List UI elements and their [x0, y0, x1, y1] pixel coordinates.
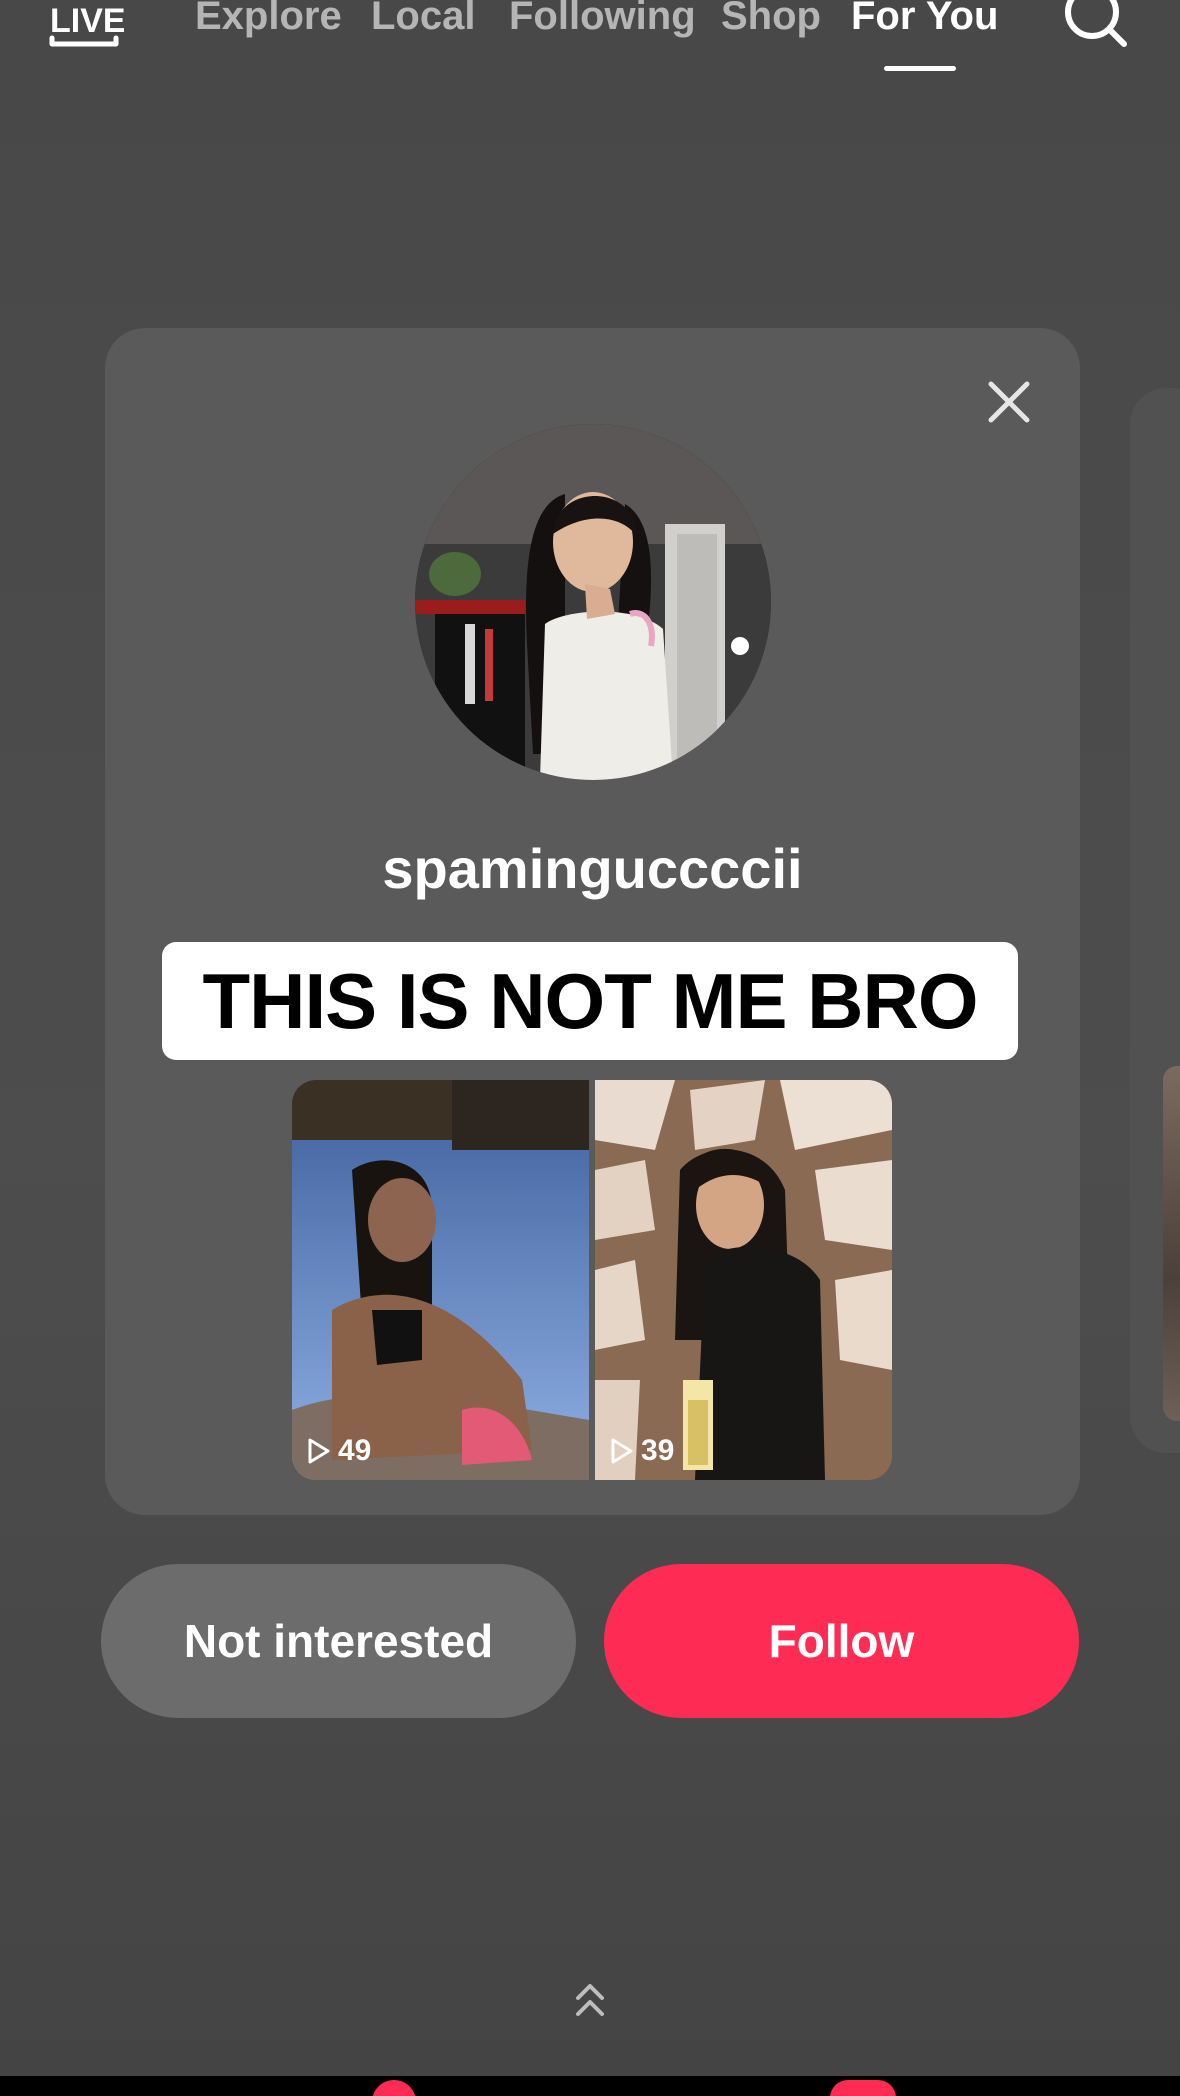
next-card-thumbnail [1163, 1066, 1180, 1421]
tab-for-you[interactable]: For You [851, 0, 998, 40]
tab-following[interactable]: Following [509, 0, 696, 40]
video-thumbnail[interactable]: 39 [595, 1080, 892, 1480]
close-icon[interactable] [981, 374, 1037, 430]
double-chevron-up-icon [572, 1978, 608, 2022]
video-thumbnail[interactable]: 49 [292, 1080, 589, 1480]
active-tab-indicator [884, 66, 956, 71]
caption-overlay: THIS IS NOT ME BRO [162, 942, 1018, 1060]
play-icon [611, 1438, 633, 1464]
search-icon[interactable] [1060, 0, 1130, 52]
live-label: LIVE [50, 2, 124, 40]
suggested-account-screen: LIVE Explore Local Following Shop For Yo… [0, 0, 1180, 2096]
follow-button[interactable]: Follow [604, 1564, 1079, 1718]
play-count: 39 [609, 1434, 674, 1468]
caption-text: THIS IS NOT ME BRO [202, 957, 978, 1045]
view-count: 39 [641, 1434, 675, 1467]
live-icon[interactable]: LIVE [48, 0, 126, 52]
not-interested-button[interactable]: Not interested [101, 1564, 576, 1718]
avatar[interactable] [415, 424, 771, 780]
tab-explore[interactable]: Explore [195, 0, 342, 40]
view-count: 49 [338, 1434, 372, 1467]
tab-local[interactable]: Local [371, 0, 475, 40]
tab-shop[interactable]: Shop [721, 0, 821, 40]
play-icon [308, 1438, 330, 1464]
play-count: 49 [306, 1434, 371, 1468]
username[interactable]: spaminguccccii [105, 836, 1080, 902]
bottom-tab-bar [0, 2076, 1180, 2096]
video-thumbnails: 49 39 [292, 1080, 892, 1480]
top-navigation: LIVE Explore Local Following Shop For Yo… [0, 0, 1180, 90]
bottom-nav-inbox-icon[interactable] [830, 2080, 896, 2096]
